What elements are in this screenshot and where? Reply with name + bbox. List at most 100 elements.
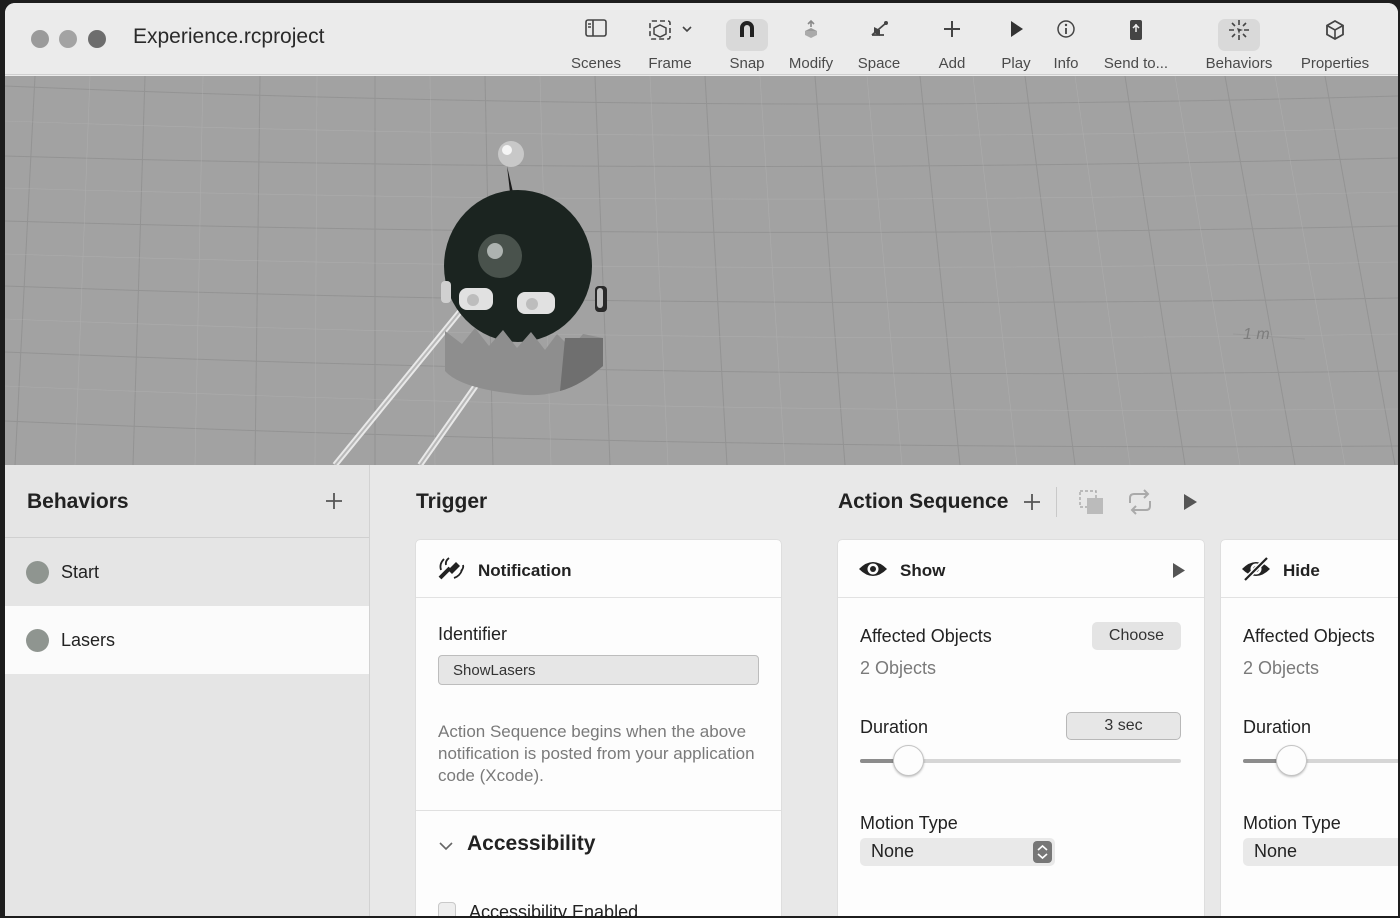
play-sequence-button[interactable] <box>1182 493 1198 516</box>
add-action-button[interactable] <box>1023 493 1041 516</box>
plus-icon <box>326 493 342 509</box>
scene-viewport[interactable]: 1 m <box>5 76 1398 465</box>
choose-objects-button[interactable]: Choose <box>1092 622 1181 650</box>
play-icon <box>1184 494 1197 510</box>
trigger-type-title: Notification <box>478 561 572 580</box>
divider <box>1056 487 1057 517</box>
magnet-icon <box>726 19 768 51</box>
motion-type-label: Motion Type <box>860 813 958 833</box>
objects-count: 2 Objects <box>1243 658 1320 678</box>
play-icon <box>998 19 1034 51</box>
loop-icon[interactable] <box>1125 489 1155 520</box>
app-window: Experience.rcproject Scenes Frame Snap M… <box>5 3 1398 916</box>
notification-signal-icon <box>436 556 466 587</box>
behaviors-title: Behaviors <box>27 490 129 513</box>
device-icon <box>1099 19 1173 51</box>
snap-label: Snap <box>729 55 765 72</box>
action-title: Hide <box>1283 561 1320 580</box>
properties-button[interactable]: Properties <box>1294 13 1376 72</box>
action-card-show[interactable]: Show Affected Objects Choose 2 Objects D… <box>838 540 1204 916</box>
add-button[interactable]: Add <box>933 13 971 72</box>
motion-type-value: None <box>1254 841 1298 861</box>
behaviors-sidebar: Behaviors Start Lasers <box>5 465 370 916</box>
info-icon <box>1049 19 1083 51</box>
properties-label: Properties <box>1300 55 1370 72</box>
frame-button[interactable]: Frame <box>643 13 697 72</box>
trigger-card[interactable]: Notification Identifier ShowLasers Actio… <box>416 540 781 916</box>
scenes-button[interactable]: Scenes <box>568 13 624 72</box>
viewport-grid <box>5 76 1398 465</box>
play-button[interactable]: Play <box>998 13 1034 72</box>
accessibility-section-title[interactable]: Accessibility <box>467 832 595 856</box>
space-label: Space <box>857 55 901 72</box>
space-button[interactable]: Space <box>855 13 903 72</box>
behavior-item-lasers[interactable]: Lasers <box>5 606 369 674</box>
eye-icon <box>858 556 888 587</box>
motion-type-label: Motion Type <box>1243 813 1341 833</box>
modify-button[interactable]: Modify <box>785 13 837 72</box>
objects-count: 2 Objects <box>860 658 937 678</box>
behavior-item-label: Start <box>61 562 100 582</box>
motion-type-value: None <box>871 841 915 861</box>
behaviors-label: Behaviors <box>1205 55 1273 72</box>
action-title: Show <box>900 561 946 580</box>
modify-label: Modify <box>788 55 834 72</box>
behavior-status-dot <box>26 629 49 652</box>
minimize-window-button[interactable] <box>59 30 77 48</box>
plus-icon <box>1024 494 1040 510</box>
trigger-card-header: Notification <box>416 540 781 598</box>
action-card-header: Hide <box>1221 540 1398 598</box>
grid-scale-label: 1 m <box>1243 326 1270 343</box>
send-to-button[interactable]: Send to... <box>1099 13 1173 72</box>
slider-knob[interactable] <box>1275 745 1307 776</box>
motion-type-select[interactable]: None <box>860 838 1055 866</box>
frame-label: Frame <box>648 55 692 72</box>
play-action-button[interactable] <box>1171 562 1186 584</box>
behavior-item-start[interactable]: Start <box>5 538 369 606</box>
window-title: Experience.rcproject <box>133 25 325 48</box>
action-sequence-title: Action Sequence <box>838 490 1009 513</box>
toolbar: Experience.rcproject Scenes Frame Snap M… <box>5 3 1398 75</box>
play-label: Play <box>1001 55 1031 72</box>
accessibility-enabled-label: Accessibility Enabled <box>469 902 639 916</box>
sidebar-icon <box>568 19 624 51</box>
properties-cube-icon <box>1294 19 1376 51</box>
frame-cube-icon <box>643 19 697 51</box>
chevron-down-icon[interactable] <box>438 839 454 857</box>
behaviors-toggle-button[interactable]: Behaviors <box>1201 13 1277 72</box>
trigger-description: Action Sequence begins when the above no… <box>438 722 755 785</box>
behaviors-sidebar-header: Behaviors <box>5 465 369 538</box>
duration-slider[interactable] <box>860 745 1181 776</box>
add-behavior-button[interactable] <box>325 487 343 515</box>
identifier-label: Identifier <box>438 624 508 644</box>
affected-objects-label: Affected Objects <box>860 626 992 646</box>
identifier-field[interactable]: ShowLasers <box>438 655 759 685</box>
slider-knob[interactable] <box>892 745 924 776</box>
behavior-status-dot <box>26 561 49 584</box>
accessibility-enabled-checkbox[interactable] <box>438 902 456 916</box>
info-button[interactable]: Info <box>1049 13 1083 72</box>
action-card-hide[interactable]: Hide Affected Objects 2 Objects Duration… <box>1221 540 1398 916</box>
duration-field[interactable]: 3 sec <box>1066 712 1181 740</box>
divider <box>416 810 781 811</box>
snap-button[interactable]: Snap <box>725 13 769 72</box>
affected-objects-label: Affected Objects <box>1243 626 1375 646</box>
zoom-window-button[interactable] <box>88 30 106 48</box>
space-axes-icon <box>855 19 903 51</box>
trigger-section-title: Trigger <box>416 490 488 513</box>
eye-slash-icon <box>1241 556 1271 587</box>
info-label: Info <box>1053 55 1079 72</box>
play-icon <box>1173 563 1185 578</box>
behavior-item-label: Lasers <box>61 630 116 650</box>
motion-type-select[interactable]: None <box>1243 838 1398 866</box>
duration-slider[interactable] <box>1243 745 1398 776</box>
close-window-button[interactable] <box>31 30 49 48</box>
duration-label: Duration <box>860 717 929 737</box>
send-to-label: Send to... <box>1103 55 1169 72</box>
chevron-up-down-icon <box>1033 841 1052 863</box>
action-card-header: Show <box>838 540 1204 598</box>
robot-model[interactable] <box>332 141 607 465</box>
behaviors-icon <box>1218 19 1260 51</box>
group-actions-icon[interactable] <box>1078 489 1106 522</box>
scenes-label: Scenes <box>570 55 622 72</box>
